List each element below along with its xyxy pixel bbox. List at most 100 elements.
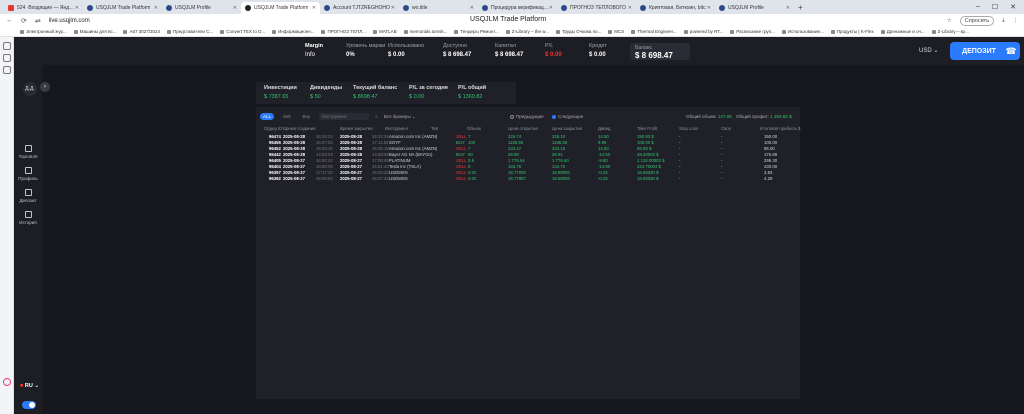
close-tab-icon[interactable]: ✕	[628, 5, 632, 11]
browser-tab-strip: 524 ·Входящие — Яндекс ✕ USQJLM Trade Plat…	[0, 0, 1024, 14]
close-window-icon[interactable]: ✕	[1010, 3, 1016, 11]
close-tab-icon[interactable]: ✕	[786, 5, 790, 11]
chart-icon	[24, 145, 32, 152]
bookmark-item[interactable]: ПРОГНОЗ ТЕПЛ...	[321, 29, 366, 34]
nav-item-history[interactable]: История	[14, 211, 42, 225]
ask-button[interactable]: Спросить	[959, 15, 995, 26]
bookmark-item[interactable]: А67 3027/2024	[123, 29, 160, 34]
site-icon	[166, 5, 172, 11]
new-tab-icon[interactable]: +	[798, 3, 803, 12]
table-cell: 175.89	[764, 152, 778, 157]
filter-all[interactable]: ALL	[260, 113, 275, 120]
bookmark-item[interactable]: Convert TEX to D...	[220, 29, 265, 34]
browser-tab[interactable]: USQJLM Trade Platform ✕	[83, 2, 162, 14]
summary-item: P/L за сегодня $ 0.00	[409, 85, 448, 100]
bookmark-item[interactable]: Использование...	[781, 29, 824, 34]
bookmark-icon[interactable]: ☆	[947, 18, 952, 24]
site-info-icon[interactable]: ⇌	[35, 17, 41, 25]
table-cell: -0.02	[598, 170, 608, 175]
collapse-nav-button[interactable]: ›	[40, 82, 50, 92]
bookmark-item[interactable]: Z-Library – the w...	[505, 29, 549, 34]
table-cell: 0.9	[468, 158, 474, 163]
bookmark-item[interactable]: Дренажные и оч...	[880, 29, 925, 34]
back-icon[interactable]: ←	[6, 17, 13, 24]
site-icon	[403, 5, 409, 11]
bookmark-item[interactable]: Расписание груп...	[730, 29, 775, 34]
table-cell: 7	[468, 146, 471, 151]
column-header: Ордер ID	[264, 126, 283, 131]
bookmark-item[interactable]: Машины для вс...	[73, 29, 116, 34]
bookmark-item[interactable]: Представители С...	[167, 29, 213, 34]
brokers-select[interactable]: Все брокеры ⌄	[384, 114, 416, 120]
bookmark-item[interactable]: powered by RT...	[683, 29, 723, 34]
bookmark-favicon-icon	[631, 29, 636, 34]
bookmark-item[interactable]: Информационн...	[272, 29, 314, 34]
search-icon[interactable]: ⌕	[375, 114, 378, 119]
menu-icon[interactable]: ⋮	[1013, 18, 1019, 24]
close-tab-icon[interactable]: ✕	[707, 5, 711, 11]
close-tab-icon[interactable]: ✕	[312, 5, 316, 11]
summary-label: P/L общий	[458, 85, 487, 91]
panel-icon[interactable]	[3, 42, 11, 50]
table-cell: 18.69330 $	[637, 170, 659, 175]
table-cell: SELL	[456, 164, 467, 169]
maximize-icon[interactable]: ☐	[992, 3, 998, 11]
bookmark-item[interactable]: MATLAB	[372, 29, 397, 34]
table-cell: -0.02	[598, 176, 608, 181]
browser-tab[interactable]: USQJLM Profile ✕	[715, 2, 794, 14]
bookmark-item[interactable]: Тендеры Ремонт...	[454, 29, 499, 34]
margin-info: Margin Info	[305, 43, 324, 58]
bookmark-label: ПРОГНОЗ ТЕПЛ...	[327, 29, 366, 34]
browser-tab[interactable]: USQJLM Trade Platform ✕	[241, 2, 320, 14]
browser-tab[interactable]: wo.title ✕	[399, 2, 478, 14]
summary-label: P/L за сегодня	[409, 85, 448, 91]
site-icon	[482, 5, 488, 11]
browser-tab[interactable]: 524 ·Входящие — Яндекс ✕	[4, 2, 83, 14]
table-cell: 14:58:58	[372, 152, 389, 157]
nav-item-profile[interactable]: Профиль	[14, 167, 42, 181]
radio-next[interactable]: Следующие	[552, 114, 583, 119]
table-cell: 16:51:43	[372, 164, 389, 169]
currency-select[interactable]: USD ⌄	[919, 47, 938, 54]
account-icon[interactable]	[3, 378, 11, 386]
support-icon[interactable]: ☎	[1002, 42, 1020, 60]
download-icon[interactable]: ⤓	[1002, 17, 1004, 24]
browser-tab[interactable]: Криптовая, Биткоин, bitc ✕	[636, 2, 715, 14]
close-tab-icon[interactable]: ✕	[470, 5, 474, 11]
theme-toggle[interactable]	[22, 401, 36, 409]
panel-icon[interactable]	[3, 54, 11, 62]
bookmark-item[interactable]: Электронный жур...	[20, 29, 67, 34]
nav-item-wallet[interactable]: Депозит	[14, 189, 42, 203]
radio-pending[interactable]: Предыдущие	[510, 114, 544, 119]
instrument-search-input[interactable]	[319, 113, 370, 120]
deposit-button[interactable]: ДЕПОЗИТ	[950, 42, 1008, 60]
minimize-icon[interactable]: –	[976, 3, 980, 11]
url-input[interactable]: live.usqjlm.com	[49, 16, 90, 26]
table-cell: 1186.96	[552, 140, 568, 145]
table-cell: 90	[468, 152, 473, 157]
column-header: Своп	[721, 126, 732, 131]
table-row[interactable]: 96392 2025-08-27 16:09:02 2025-08-27 16:37:3…	[256, 176, 800, 182]
browser-tab[interactable]: ПРОГНОЗ ТЕПЛОВОГО ✕	[557, 2, 636, 14]
bookmark-item[interactable]: Thermal Engineer...	[631, 29, 677, 34]
close-tab-icon[interactable]: ✕	[391, 5, 395, 11]
nav-item-chart[interactable]: Торговля	[14, 145, 42, 159]
browser-tab[interactable]: USQJLM Profile ✕	[162, 2, 241, 14]
browser-tab[interactable]: Процедура верификации ✕	[478, 2, 557, 14]
bookmark-item[interactable]: Продукты | K-Flex	[830, 29, 874, 34]
bookmark-item[interactable]: Z-Library – кр...	[931, 29, 969, 34]
panel-icon[interactable]	[3, 66, 11, 74]
close-tab-icon[interactable]: ✕	[233, 5, 237, 11]
bookmark-item[interactable]: Труды Очкова по...	[555, 29, 601, 34]
close-tab-icon[interactable]: ✕	[549, 5, 553, 11]
bookmark-item[interactable]: MCS	[608, 29, 624, 34]
bookmark-item[interactable]: memorials.tomsk...	[403, 29, 447, 34]
avatar[interactable]: Д.Д.	[23, 82, 37, 96]
filter-sell[interactable]: Sell	[280, 113, 294, 120]
browser-tab[interactable]: Account TJTZREGHOHO ✕	[320, 2, 399, 14]
close-tab-icon[interactable]: ✕	[154, 5, 158, 11]
filter-buy[interactable]: Buy	[300, 113, 314, 120]
language-select[interactable]: ■ RU ⌄	[20, 383, 39, 389]
close-tab-icon[interactable]: ✕	[75, 5, 79, 11]
reload-icon[interactable]: ⟳	[21, 17, 27, 25]
